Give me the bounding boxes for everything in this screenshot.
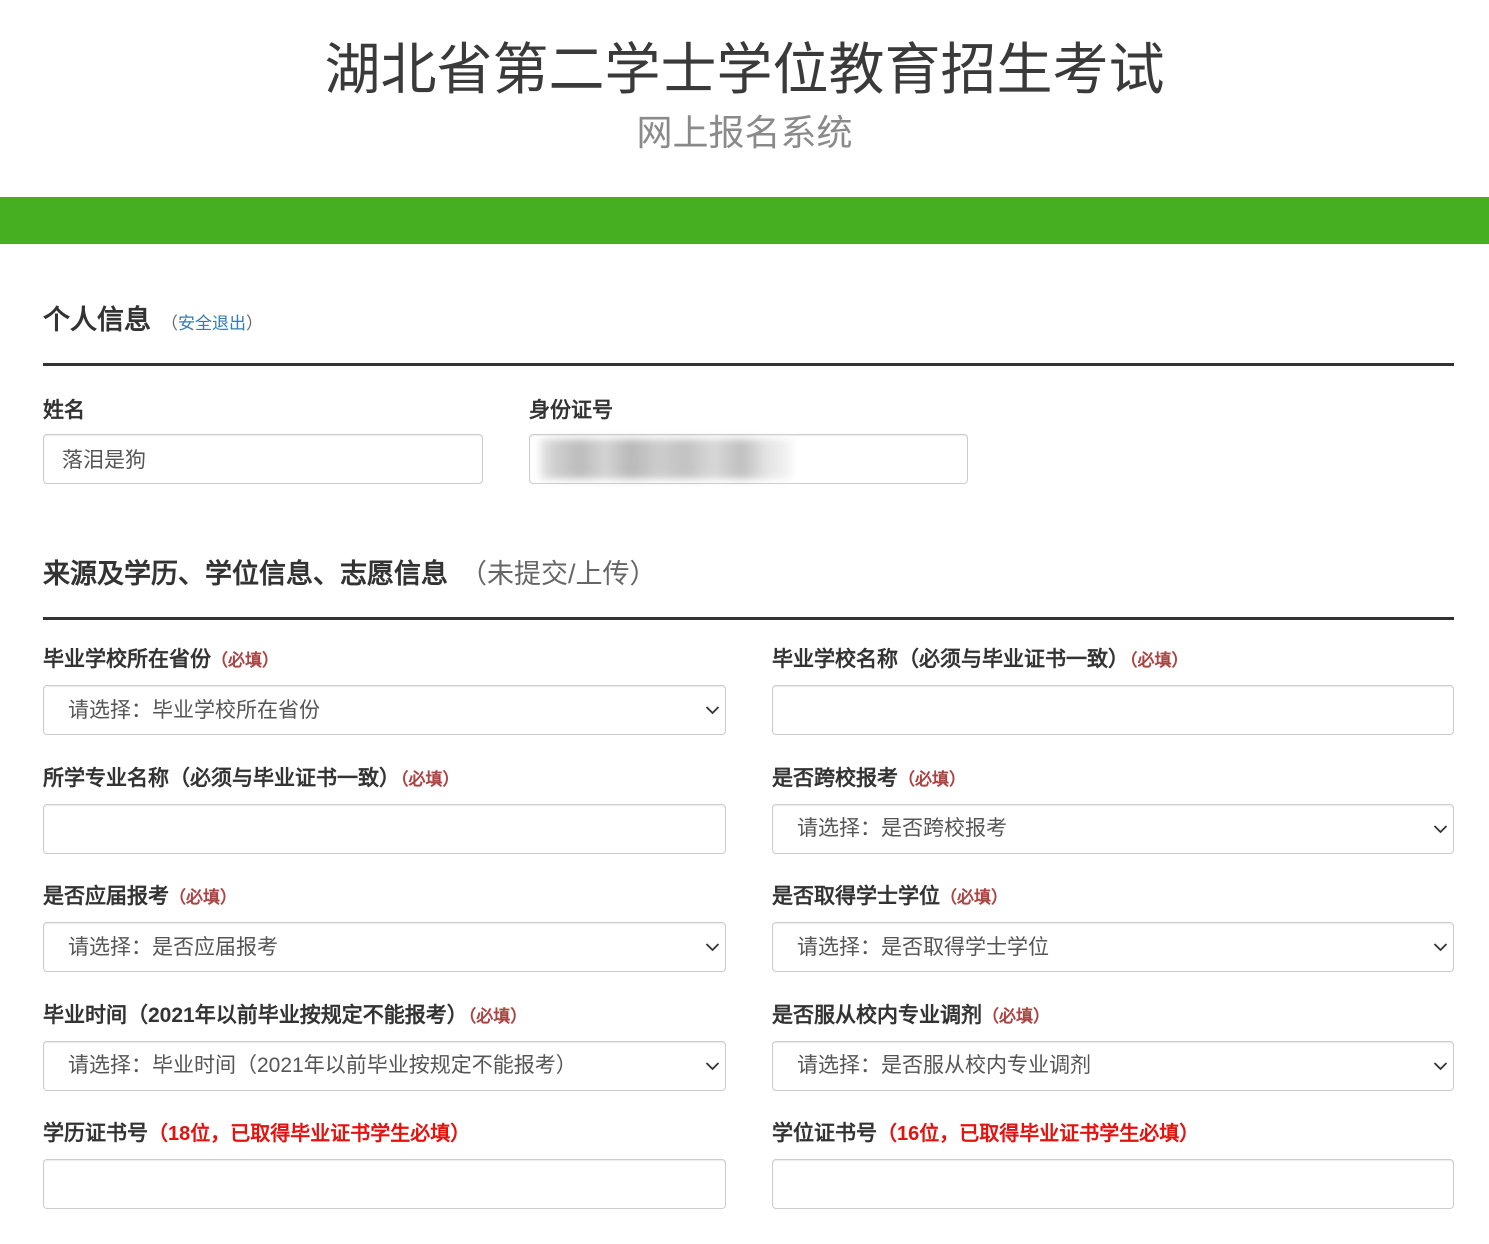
label-text: 毕业时间（2021年以前毕业按规定不能报考） (43, 1003, 468, 1027)
required-note: （必填） (898, 769, 966, 789)
cross-school-select[interactable]: 请选择：是否跨校报考 (772, 803, 1454, 854)
green-banner (0, 197, 1489, 244)
major-adjustment-select[interactable]: 请选择：是否服从校内专业调剂 (772, 1040, 1454, 1091)
required-note: （必填） (940, 888, 1008, 907)
field-diploma-certificate-number: 学历证书号（18位，已取得毕业证书学生必填） (43, 1121, 726, 1209)
id-number-label: 身份证号 (529, 399, 613, 422)
field-label: 学位证书号（16位，已取得毕业证书学生必填） (772, 1121, 1454, 1147)
graduation-time-select[interactable]: 请选择：毕业时间（2021年以前毕业按规定不能报考） (43, 1040, 726, 1091)
personal-section-title: 个人信息 (43, 305, 151, 335)
label-text: 所学专业名称（必须与毕业证书一致） (43, 766, 400, 790)
required-note: （必填） (467, 1006, 528, 1026)
graduation-school-name-input[interactable] (772, 685, 1454, 735)
label-text: 学位证书号 (772, 1122, 877, 1145)
page-title: 湖北省第二学士学位教育招生考试 (324, 38, 1165, 101)
fresh-graduate-select[interactable]: 请选择：是否应届报考 (43, 922, 726, 972)
field-label: 学历证书号（18位，已取得毕业证书学生必填） (43, 1121, 726, 1147)
education-section-title: 来源及学历、学位信息、志愿信息 (43, 559, 448, 589)
field-label: 毕业学校所在省份（必填） (43, 647, 726, 673)
education-fields: 毕业学校所在省份（必填） 请选择：毕业学校所在省份 毕业学校名称（必须与毕业证书… (43, 647, 1454, 1209)
required-note: （必填） (400, 769, 460, 789)
diploma-certificate-number-input[interactable] (43, 1159, 726, 1209)
logout-paren-close: ） (246, 314, 263, 333)
field-label: 是否应届报考（必填） (43, 884, 726, 910)
label-text: 毕业学校所在省份 (43, 648, 211, 671)
label-text: 毕业学校名称（必须与毕业证书一致） (772, 648, 1129, 671)
field-degree-certificate-number: 学位证书号（16位，已取得毕业证书学生必填） (772, 1121, 1454, 1209)
major-name-input[interactable] (43, 803, 726, 854)
label-text: 是否跨校报考 (772, 766, 898, 790)
label-text: 是否取得学士学位 (772, 885, 940, 908)
select-wrapper: 请选择：毕业时间（2021年以前毕业按规定不能报考） (43, 1040, 726, 1091)
input-wrapper (43, 1159, 726, 1209)
field-graduation-province: 毕业学校所在省份（必填） 请选择：毕业学校所在省份 (43, 647, 726, 735)
field-graduation-school-name: 毕业学校名称（必须与毕业证书一致）（必填） (772, 647, 1454, 735)
required-note: （必填） (982, 1006, 1050, 1026)
label-text: 是否应届报考 (43, 885, 169, 908)
select-wrapper: 请选择：是否取得学士学位 (772, 922, 1454, 972)
field-label: 所学专业名称（必须与毕业证书一致）（必填） (43, 766, 726, 792)
field-major-adjustment: 是否服从校内专业调剂（必填） 请选择：是否服从校内专业调剂 (772, 1003, 1454, 1091)
required-note: （必填） (169, 888, 237, 907)
field-label: 是否服从校内专业调剂（必填） (772, 1003, 1454, 1029)
field-fresh-graduate: 是否应届报考（必填） 请选择：是否应届报考 (43, 884, 726, 972)
hint-note: （16位，已取得毕业证书学生必填） (877, 1123, 1200, 1145)
id-number-input[interactable] (529, 434, 968, 484)
field-label: 毕业学校名称（必须与毕业证书一致）（必填） (772, 647, 1454, 673)
page-subtitle: 网上报名系统 (636, 112, 853, 153)
field-id-number: 身份证号 (529, 398, 968, 484)
field-major-name: 所学专业名称（必须与毕业证书一致）（必填） (43, 766, 726, 854)
required-note: （必填） (1129, 651, 1189, 670)
field-label: 是否跨校报考（必填） (772, 766, 1454, 792)
education-section-divider (43, 617, 1454, 620)
input-wrapper (772, 685, 1454, 735)
label-text: 学历证书号 (43, 1122, 148, 1145)
degree-certificate-number-input[interactable] (772, 1159, 1454, 1209)
graduation-province-select[interactable]: 请选择：毕业学校所在省份 (43, 685, 726, 735)
education-section-header: 来源及学历、学位信息、志愿信息 （未提交/上传） (43, 556, 657, 597)
field-bachelor-degree: 是否取得学士学位（必填） 请选择：是否取得学士学位 (772, 884, 1454, 972)
personal-fields: 姓名 身份证号 (43, 398, 968, 484)
name-input-wrapper (43, 434, 483, 484)
field-label: 是否取得学士学位（必填） (772, 884, 1454, 910)
logout-paren-open: （ (161, 314, 178, 333)
registration-page: 湖北省第二学士学位教育招生考试 网上报名系统 个人信息 （安全退出） 姓名 身份证… (0, 0, 1489, 1244)
field-graduation-time: 毕业时间（2021年以前毕业按规定不能报考）（必填） 请选择：毕业时间（2021… (43, 1003, 726, 1091)
logout-group: （安全退出） (161, 314, 263, 333)
input-wrapper (772, 1159, 1454, 1209)
select-wrapper: 请选择：是否服从校内专业调剂 (772, 1040, 1454, 1091)
field-label: 毕业时间（2021年以前毕业按规定不能报考）（必填） (43, 1003, 726, 1029)
id-number-input-wrapper (529, 434, 968, 484)
select-wrapper: 请选择：毕业学校所在省份 (43, 685, 726, 735)
select-wrapper: 请选择：是否跨校报考 (772, 803, 1454, 854)
submission-status: （未提交/上传） (460, 559, 657, 589)
name-label: 姓名 (43, 399, 85, 422)
bachelor-degree-select[interactable]: 请选择：是否取得学士学位 (772, 922, 1454, 972)
field-name: 姓名 (43, 398, 483, 484)
name-input[interactable] (43, 434, 483, 484)
hint-note: （18位，已取得毕业证书学生必填） (148, 1123, 471, 1145)
personal-section-header: 个人信息 （安全退出） (43, 302, 263, 343)
label-text: 是否服从校内专业调剂 (772, 1003, 982, 1027)
input-wrapper (43, 803, 726, 854)
select-wrapper: 请选择：是否应届报考 (43, 922, 726, 972)
personal-section-divider (43, 363, 1454, 366)
required-note: （必填） (211, 651, 279, 670)
logout-link[interactable]: 安全退出 (178, 314, 246, 333)
field-cross-school: 是否跨校报考（必填） 请选择：是否跨校报考 (772, 766, 1454, 854)
